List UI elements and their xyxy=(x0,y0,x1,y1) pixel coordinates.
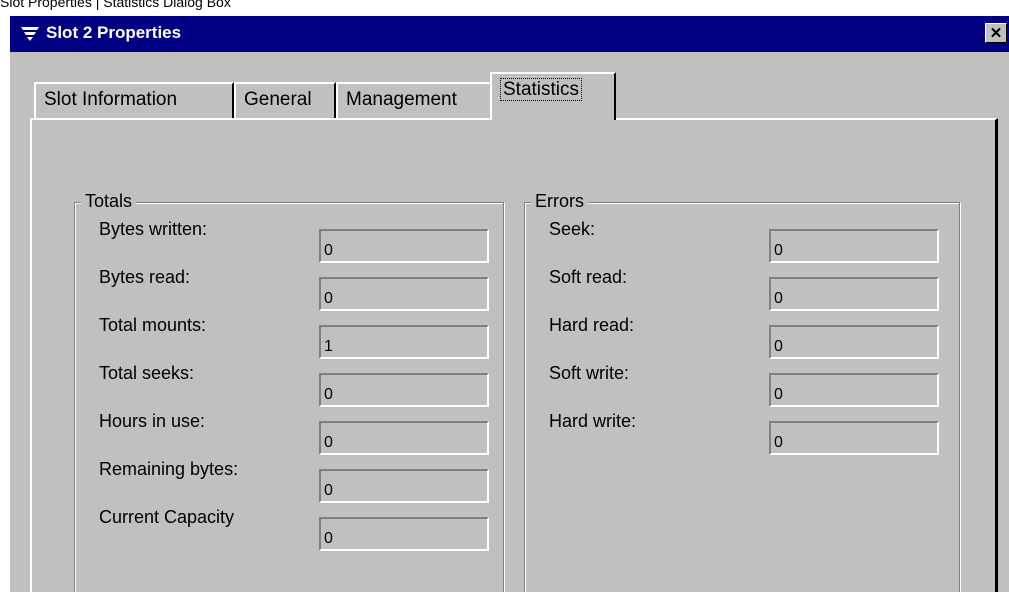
current-capacity-field[interactable] xyxy=(319,517,489,551)
bytes-read-label: Bytes read: xyxy=(99,267,191,287)
title-bar[interactable]: Slot 2 Properties ✕ xyxy=(10,16,1009,52)
window-title: Slot 2 Properties xyxy=(46,23,182,42)
tab-statistics[interactable]: Statistics xyxy=(490,72,616,120)
tab-label: Management xyxy=(346,89,457,110)
tab-slot-information[interactable]: Slot Information xyxy=(34,82,234,118)
hard-read-label: Hard read: xyxy=(549,315,635,335)
errors-group: Errors Seek: Soft read: Hard read: Soft … xyxy=(524,191,960,592)
remaining-bytes-field[interactable] xyxy=(319,469,489,503)
hours-in-use-label: Hours in use: xyxy=(99,411,206,431)
tab-management[interactable]: Management xyxy=(336,82,492,118)
soft-write-label: Soft write: xyxy=(549,363,630,383)
hard-write-field[interactable] xyxy=(769,421,939,455)
remaining-bytes-label: Remaining bytes: xyxy=(99,459,239,479)
tab-label: General xyxy=(244,89,312,110)
total-mounts-label: Total mounts: xyxy=(99,315,207,335)
bytes-read-field[interactable] xyxy=(319,277,489,311)
tab-label: Statistics xyxy=(500,78,583,101)
image-caption: Slot Properties | Statistics Dialog Box xyxy=(0,0,231,10)
bytes-written-field[interactable] xyxy=(319,229,489,263)
seek-field[interactable] xyxy=(769,229,939,263)
hard-write-label: Hard write: xyxy=(549,411,637,431)
statistics-panel: Totals Bytes written: Bytes read: Total … xyxy=(30,118,998,592)
total-seeks-field[interactable] xyxy=(319,373,489,407)
totals-group-title: Totals xyxy=(81,191,137,212)
soft-read-field[interactable] xyxy=(769,277,939,311)
total-seeks-label: Total seeks: xyxy=(99,363,195,383)
current-capacity-label: Current Capacity xyxy=(99,507,235,527)
close-button[interactable]: ✕ xyxy=(985,23,1007,43)
tab-general[interactable]: General xyxy=(234,82,336,118)
total-mounts-field[interactable] xyxy=(319,325,489,359)
seek-label: Seek: xyxy=(549,219,596,239)
bytes-written-label: Bytes written: xyxy=(99,219,208,239)
errors-group-title: Errors xyxy=(531,191,588,212)
window-menu-icon[interactable] xyxy=(20,24,40,44)
dialog-window: Slot 2 Properties ✕ Slot Information Gen… xyxy=(8,14,1009,592)
hard-read-field[interactable] xyxy=(769,325,939,359)
totals-group: Totals Bytes written: Bytes read: Total … xyxy=(74,191,504,592)
close-icon: ✕ xyxy=(989,24,1003,42)
tab-label: Slot Information xyxy=(44,89,178,110)
soft-read-label: Soft read: xyxy=(549,267,628,287)
hours-in-use-field[interactable] xyxy=(319,421,489,455)
soft-write-field[interactable] xyxy=(769,373,939,407)
